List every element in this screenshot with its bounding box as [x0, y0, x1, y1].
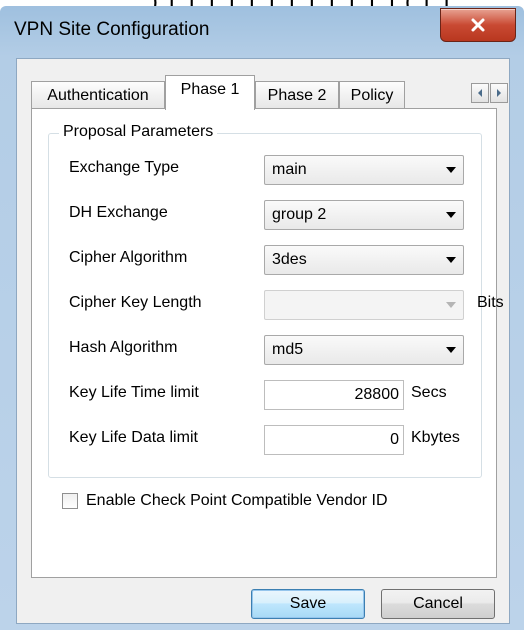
exchange-type-select[interactable]: main: [264, 155, 464, 185]
title-bar[interactable]: VPN Site Configuration: [0, 6, 524, 56]
tab-scroll-right-button[interactable]: [490, 83, 508, 103]
cipher-key-length-unit: Bits: [477, 294, 504, 311]
hash-algorithm-label: Hash Algorithm: [69, 339, 178, 356]
exchange-type-label: Exchange Type: [69, 159, 180, 176]
cipher-algorithm-select[interactable]: 3des: [264, 245, 464, 275]
dialog-window: VPN Site Configuration Authentication Ph…: [0, 6, 524, 630]
vendor-id-label: Enable Check Point Compatible Vendor ID: [86, 492, 388, 509]
close-button[interactable]: [440, 8, 516, 42]
window-title: VPN Site Configuration: [14, 19, 210, 40]
cipher-key-length-label: Cipher Key Length: [69, 294, 202, 311]
group-title: Proposal Parameters: [59, 123, 218, 141]
chevron-down-icon: [439, 301, 463, 309]
exchange-type-value: main: [272, 161, 307, 178]
dh-exchange-label: DH Exchange: [69, 204, 168, 221]
save-button[interactable]: Save: [251, 589, 365, 619]
chevron-down-icon: [439, 211, 463, 219]
hash-algorithm-value: md5: [272, 341, 304, 358]
proposal-parameters-group: Proposal Parameters Exchange Type main D…: [48, 123, 504, 478]
chevron-down-icon: [439, 166, 463, 174]
hash-algorithm-select[interactable]: md5: [264, 335, 464, 365]
vendor-id-checkbox[interactable]: [62, 493, 78, 509]
tab-page-phase-1: Proposal Parameters Exchange Type main D…: [31, 108, 504, 578]
scroll-right-icon: [497, 89, 501, 97]
dh-exchange-select[interactable]: group 2: [264, 200, 464, 230]
tab-authentication[interactable]: Authentication: [31, 81, 165, 109]
dialog-client-area: Authentication Phase 1 Phase 2 Policy Pr…: [16, 58, 510, 624]
cancel-button[interactable]: Cancel: [381, 589, 495, 619]
tab-phase-2[interactable]: Phase 2: [255, 81, 339, 109]
chevron-down-icon: [439, 346, 463, 354]
chevron-down-icon: [439, 256, 463, 264]
dh-exchange-value: group 2: [272, 206, 327, 223]
key-life-data-label: Key Life Data limit: [69, 429, 198, 446]
key-life-time-input[interactable]: [264, 380, 404, 410]
tab-phase-1[interactable]: Phase 1: [165, 75, 255, 110]
cipher-key-length-select[interactable]: [264, 290, 464, 320]
tab-scroll-left-button[interactable]: [471, 83, 489, 103]
tab-scroll-buttons: [471, 83, 509, 103]
close-icon: [471, 18, 485, 32]
tab-policy[interactable]: Policy: [339, 81, 405, 109]
cipher-algorithm-value: 3des: [272, 251, 307, 268]
vendor-id-option[interactable]: Enable Check Point Compatible Vendor ID: [62, 492, 388, 510]
key-life-data-unit: Kbytes: [411, 429, 460, 446]
key-life-data-input[interactable]: [264, 425, 404, 455]
cipher-algorithm-label: Cipher Algorithm: [69, 249, 188, 266]
key-life-time-unit: Secs: [411, 384, 447, 401]
key-life-time-label: Key Life Time limit: [69, 384, 199, 401]
scroll-left-icon: [478, 89, 482, 97]
